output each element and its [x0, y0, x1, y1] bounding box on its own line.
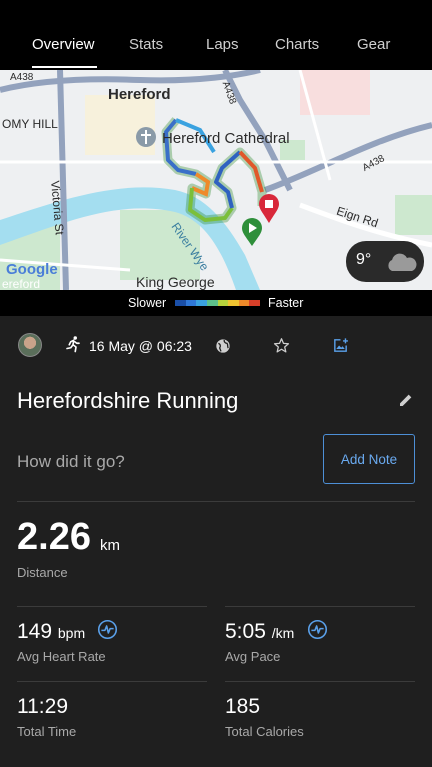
legend-slower-label: Slower [128, 296, 167, 310]
weather-chip: 9° [346, 241, 424, 282]
tab-gear[interactable]: Gear [357, 36, 390, 53]
cloud-icon [388, 253, 417, 271]
legend-segment-2 [196, 300, 207, 306]
active-tab-indicator [32, 66, 97, 68]
legend-segment-4 [217, 300, 229, 306]
tab-charts[interactable]: Charts [275, 36, 319, 53]
add-photo-icon[interactable] [332, 337, 349, 354]
divider [225, 606, 415, 607]
add-note-button[interactable]: Add Note [323, 434, 415, 484]
edit-icon[interactable] [398, 392, 414, 408]
map-label-cathedral: Hereford Cathedral [162, 130, 290, 147]
divider [17, 606, 207, 607]
map-label-city: Hereford [108, 86, 171, 103]
activity-date: 16 May @ 06:23 [89, 338, 192, 354]
speed-legend: Slower Faster [0, 290, 432, 316]
avatar[interactable] [18, 333, 42, 357]
tab-laps[interactable]: Laps [206, 36, 239, 53]
finish-marker-icon [259, 194, 279, 223]
distance-label: Distance [17, 565, 68, 580]
legend-segment-7 [249, 300, 260, 306]
google-logo: Google [6, 261, 58, 278]
heart-rate-unit: bpm [57, 625, 86, 641]
legend-segment-0 [175, 300, 186, 306]
map-label-king-george: King George [136, 274, 215, 290]
pace-unit: /km [271, 625, 295, 641]
heart-rate-label: Avg Heart Rate [17, 649, 106, 664]
pace-stat: 5:05 /km [225, 620, 294, 644]
total-time-value: 11:29 [17, 695, 68, 718]
tab-stats[interactable]: Stats [129, 36, 163, 53]
legend-segment-6 [238, 300, 250, 306]
map-label-a438-left: A438 [10, 72, 34, 83]
total-time-label: Total Time [17, 724, 77, 739]
legend-segment-1 [185, 300, 197, 306]
heart-rate-chart-icon[interactable] [97, 619, 118, 640]
tab-bar: Overview Stats Laps Charts Gear [0, 0, 432, 70]
divider [225, 681, 415, 682]
heart-rate-stat: 149 bpm [17, 620, 85, 644]
total-calories-value: 185 [225, 695, 261, 718]
legend-segment-5 [228, 300, 239, 306]
activity-title: Herefordshire Running [17, 388, 239, 413]
heart-rate-value: 149 [17, 620, 53, 643]
star-icon[interactable] [273, 337, 290, 354]
distance-unit: km [100, 537, 120, 554]
globe-icon[interactable] [215, 338, 231, 354]
map-label-hereford-bottom: ereford [2, 277, 41, 290]
tab-overview[interactable]: Overview [32, 36, 95, 53]
distance-value: 2.26 [17, 516, 91, 558]
pace-value: 5:05 [225, 620, 266, 643]
total-calories-label: Total Calories [225, 724, 304, 739]
pace-label: Avg Pace [225, 649, 281, 664]
weather-temperature: 9° [356, 251, 372, 268]
pace-chart-icon[interactable] [307, 619, 328, 640]
running-icon [66, 336, 80, 353]
legend-faster-label: Faster [268, 296, 304, 310]
map-label-hill: OMY HILL [2, 117, 58, 131]
route-map[interactable]: Hereford OMY HILL Hereford Cathedral Vic… [0, 70, 432, 290]
activity-meta-row: 16 May @ 06:23 [0, 316, 432, 378]
speed-gradient-bar [175, 300, 260, 306]
legend-segment-3 [206, 300, 218, 306]
divider [17, 501, 415, 502]
note-prompt: How did it go? [17, 452, 125, 471]
divider [17, 681, 207, 682]
